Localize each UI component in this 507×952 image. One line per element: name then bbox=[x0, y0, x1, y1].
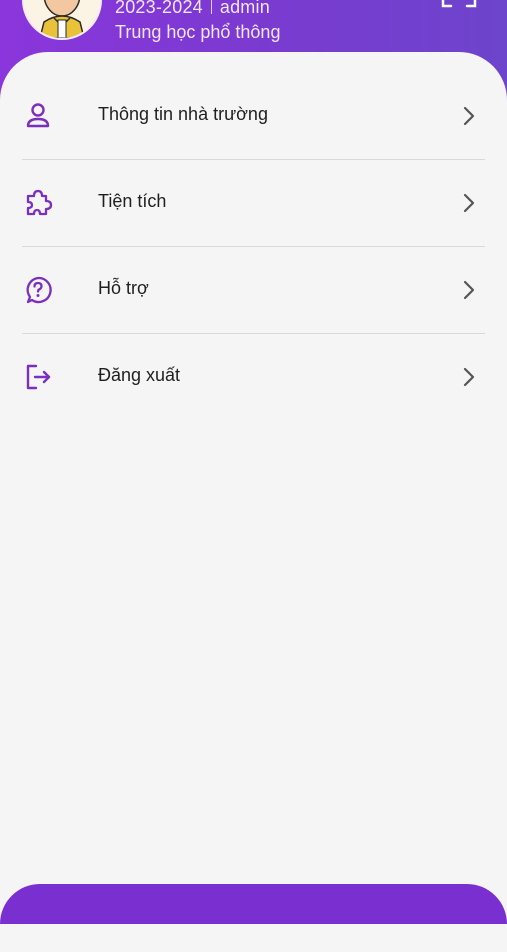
school-year: 2023-2024 bbox=[115, 0, 203, 17]
menu-item-label: Tiện tích bbox=[98, 191, 167, 211]
chevron-right-icon bbox=[463, 280, 475, 300]
avatar[interactable] bbox=[24, 0, 100, 38]
chevron-right-icon bbox=[463, 106, 475, 126]
menu-item-school-info[interactable]: Thông tin nhà trường bbox=[0, 103, 507, 203]
divider bbox=[22, 333, 485, 334]
menu-sheet: Thông tin nhà trường Tiện tích Hỗ trợ Đă… bbox=[0, 52, 507, 952]
menu-item-label: Thông tin nhà trường bbox=[98, 104, 268, 124]
puzzle-icon bbox=[26, 189, 53, 216]
settings-menu: Thông tin nhà trường Tiện tích Hỗ trợ Đă… bbox=[0, 103, 507, 464]
menu-item-label: Đăng xuất bbox=[98, 365, 181, 385]
menu-item-logout[interactable]: Đăng xuất bbox=[0, 364, 507, 464]
user-icon bbox=[26, 103, 50, 128]
logout-icon bbox=[26, 364, 51, 390]
menu-item-utilities[interactable]: Tiện tích bbox=[0, 189, 507, 290]
chevron-right-icon bbox=[463, 367, 475, 387]
school-year-line: 2023-2024 admin bbox=[115, 0, 270, 18]
username: admin bbox=[219, 0, 270, 17]
divider bbox=[22, 159, 485, 160]
help-icon bbox=[26, 276, 52, 304]
school-level: Trung học phổ thông bbox=[115, 22, 281, 42]
menu-item-support[interactable]: Hỗ trợ bbox=[0, 276, 507, 377]
divider bbox=[22, 246, 485, 247]
avatar-illustration bbox=[24, 0, 100, 38]
chevron-right-icon bbox=[463, 193, 475, 213]
bottom-bar bbox=[0, 884, 507, 924]
separator bbox=[210, 0, 212, 14]
qr-scan-icon[interactable] bbox=[440, 0, 478, 10]
menu-item-label: Hỗ trợ bbox=[98, 278, 149, 298]
